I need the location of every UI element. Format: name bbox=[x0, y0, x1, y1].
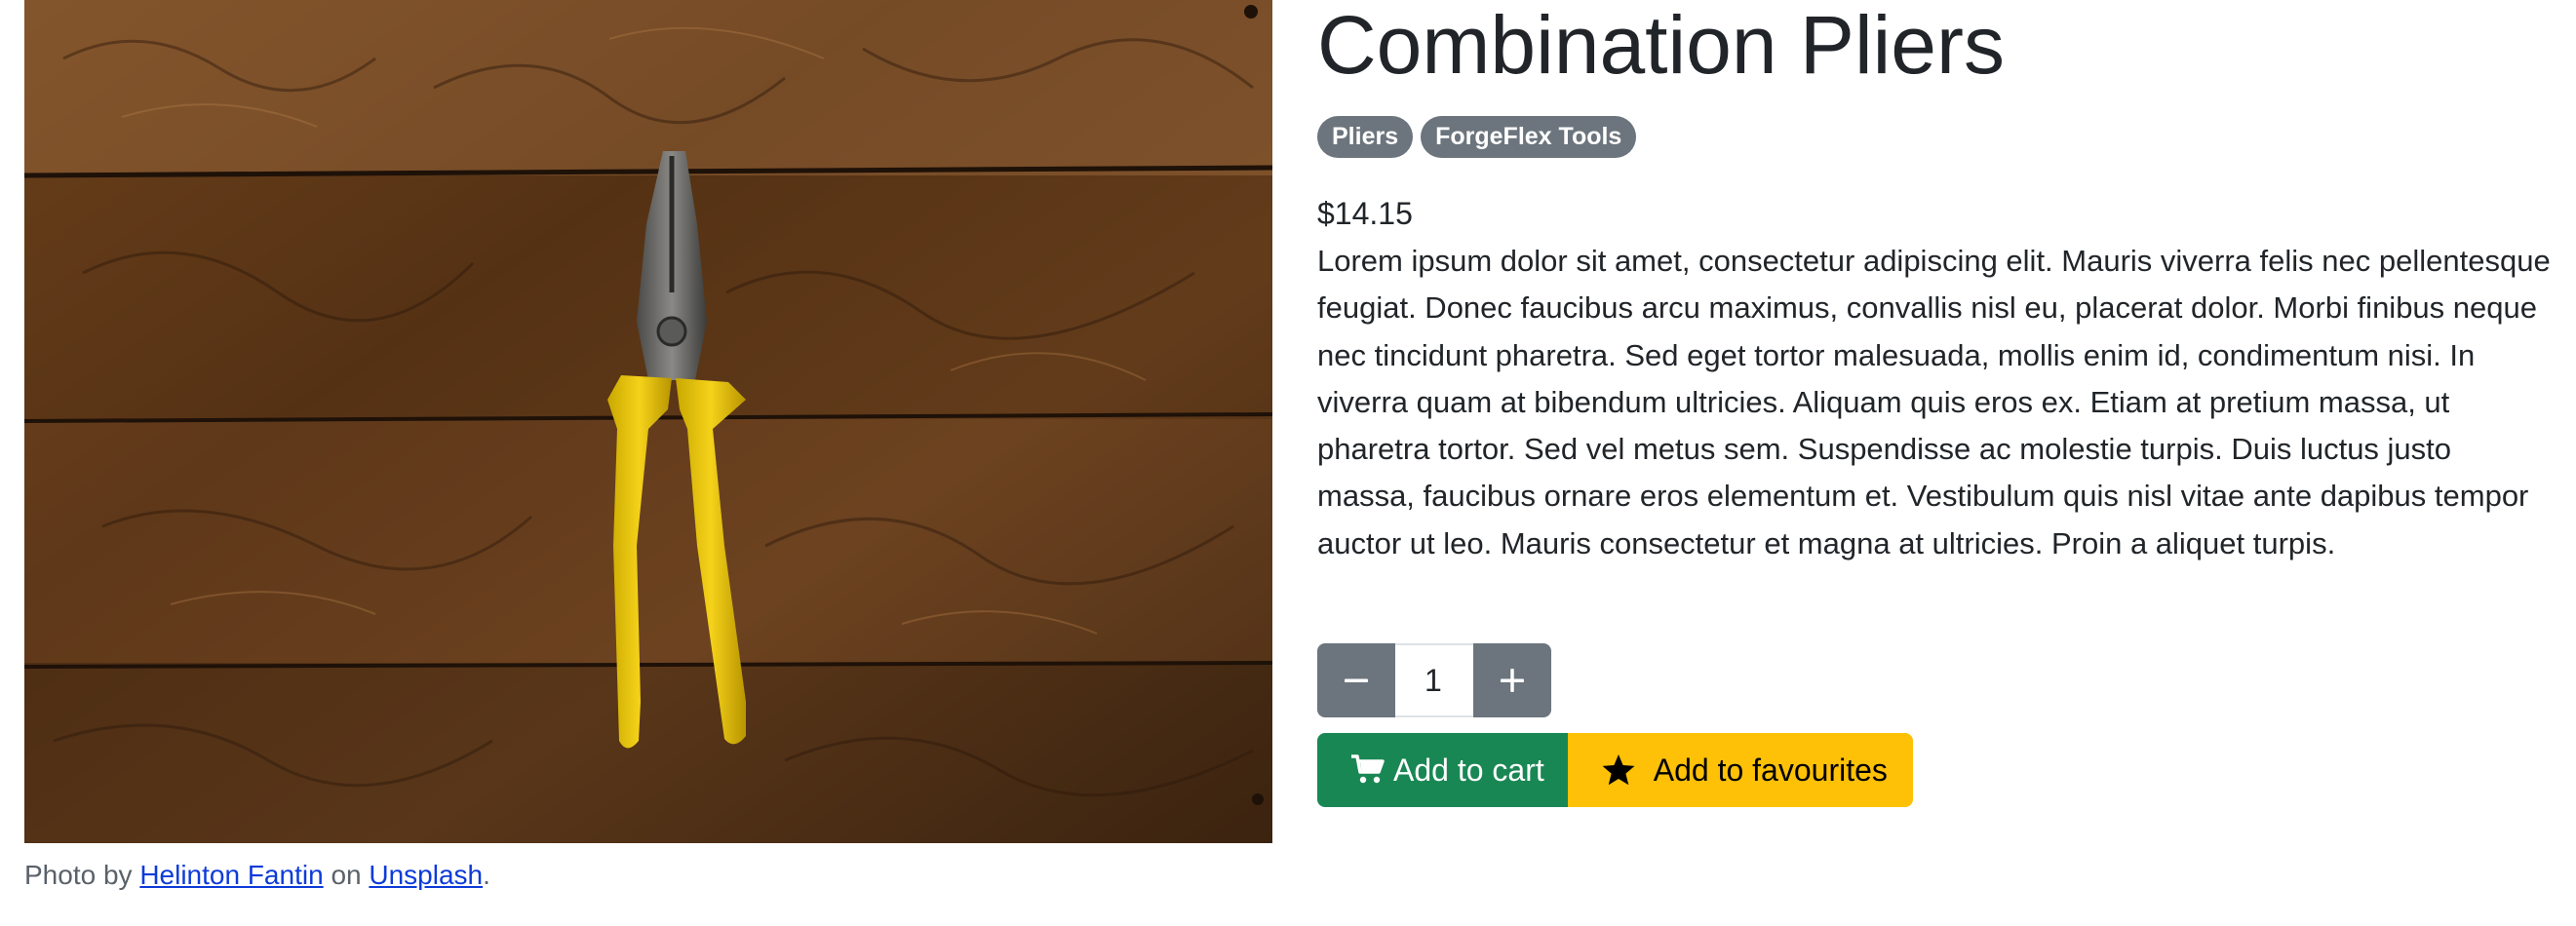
author-link[interactable]: Helinton Fantin bbox=[139, 860, 323, 890]
quantity-stepper bbox=[1317, 643, 1551, 717]
product-price: $14.15 bbox=[1317, 196, 1413, 231]
caption-prefix: Photo by bbox=[24, 860, 133, 890]
product-description: Lorem ipsum dolor sit amet, consectetur … bbox=[1317, 244, 2551, 560]
unsplash-link[interactable]: Unsplash bbox=[369, 860, 483, 890]
category-badge: Pliers bbox=[1317, 116, 1414, 158]
plus-icon bbox=[1499, 667, 1526, 694]
shopping-cart-icon bbox=[1350, 754, 1386, 786]
increase-quantity-button[interactable] bbox=[1473, 643, 1551, 717]
product-title: Combination Pliers bbox=[1317, 0, 2005, 91]
caption-middle: on bbox=[331, 860, 362, 890]
add-to-favourites-button[interactable]: Add to favourites bbox=[1567, 733, 1913, 807]
brand-badge: ForgeFlex Tools bbox=[1421, 116, 1637, 158]
minus-icon bbox=[1343, 667, 1370, 694]
caption-suffix: . bbox=[483, 860, 490, 890]
add-to-favourites-label: Add to favourites bbox=[1653, 752, 1888, 788]
decrease-quantity-button[interactable] bbox=[1317, 643, 1395, 717]
product-image bbox=[24, 0, 1272, 843]
add-to-cart-label: Add to cart bbox=[1393, 752, 1544, 788]
add-to-cart-button[interactable]: Add to cart bbox=[1317, 733, 1568, 807]
photo-credit: Photo by Helinton Fantin on Unsplash. bbox=[24, 860, 490, 891]
quantity-input[interactable] bbox=[1395, 643, 1473, 717]
star-icon bbox=[1601, 753, 1636, 787]
product-badges: Pliers ForgeFlex Tools bbox=[1317, 116, 1637, 158]
product-actions: Add to cart Add to favourites bbox=[1317, 733, 1913, 807]
